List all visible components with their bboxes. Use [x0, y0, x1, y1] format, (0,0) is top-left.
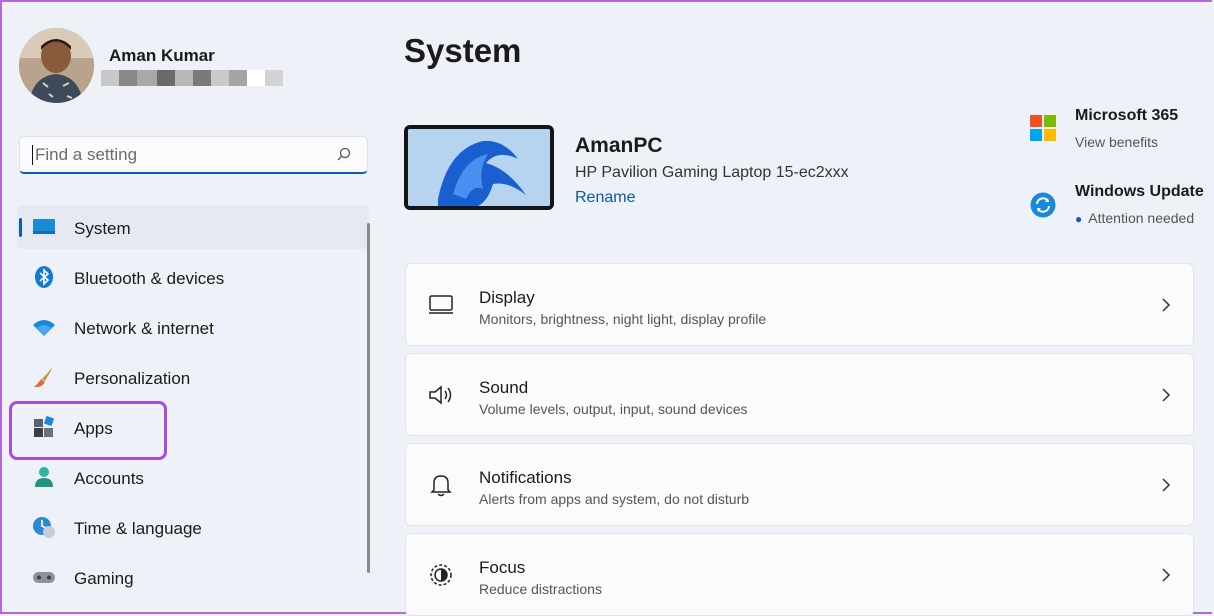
rename-link[interactable]: Rename — [575, 189, 635, 207]
windows-update-subtitle[interactable]: ● Attention needed — [1075, 210, 1194, 226]
sidebar-item-label: Accounts — [74, 469, 144, 488]
speaker-icon — [429, 385, 452, 405]
device-thumbnail — [404, 125, 554, 210]
search-box[interactable] — [19, 136, 368, 174]
sidebar-item-label: Gaming — [74, 569, 134, 588]
sidebar-item-label: Time & language — [74, 519, 202, 538]
card-focus[interactable]: Focus Reduce distractions — [405, 533, 1194, 616]
search-icon[interactable] — [337, 147, 351, 161]
sidebar-item-network[interactable]: Network & internet — [17, 305, 369, 349]
chevron-right-icon — [1162, 478, 1171, 492]
sidebar-scrollbar[interactable] — [367, 223, 370, 573]
status-dot: ● — [1075, 212, 1083, 226]
card-subtitle: Volume levels, output, input, sound devi… — [479, 401, 748, 417]
device-model: HP Pavilion Gaming Laptop 15-ec2xxx — [575, 164, 849, 181]
active-indicator — [19, 218, 22, 237]
windows-update-icon[interactable] — [1030, 192, 1056, 218]
card-title: Sound — [479, 378, 529, 397]
page-title: System — [404, 32, 522, 69]
avatar[interactable] — [19, 28, 94, 103]
sidebar-item-label: Bluetooth & devices — [74, 269, 225, 288]
card-title: Display — [479, 288, 535, 307]
card-title: Focus — [479, 558, 526, 577]
bell-icon — [430, 475, 452, 497]
sidebar-item-bluetooth[interactable]: Bluetooth & devices — [17, 255, 369, 299]
ms365-title[interactable]: Microsoft 365 — [1075, 107, 1178, 125]
user-name: Aman Kumar — [109, 46, 215, 65]
ms365-subtitle[interactable]: View benefits — [1075, 134, 1158, 150]
card-title: Notifications — [479, 468, 572, 487]
email-redacted — [101, 70, 283, 86]
microsoft-logo-icon[interactable] — [1030, 115, 1056, 141]
system-icon — [33, 219, 55, 234]
card-display[interactable]: Display Monitors, brightness, night ligh… — [405, 263, 1194, 346]
focus-icon — [430, 564, 452, 586]
wifi-icon — [33, 320, 55, 336]
card-subtitle: Reduce distractions — [479, 581, 602, 597]
sidebar-item-personalization[interactable]: Personalization — [17, 355, 369, 399]
brush-icon — [34, 367, 53, 388]
bluetooth-icon — [35, 266, 53, 288]
chevron-right-icon — [1162, 568, 1171, 582]
apps-highlight-box — [9, 401, 167, 460]
sidebar-item-system[interactable]: System — [17, 205, 369, 249]
card-subtitle: Alerts from apps and system, do not dist… — [479, 491, 750, 507]
windows-update-title[interactable]: Windows Update — [1075, 183, 1204, 201]
sidebar-item-time-language[interactable]: Time & language — [17, 505, 369, 549]
time-language-icon — [33, 517, 55, 538]
sidebar-item-label: Personalization — [74, 369, 191, 388]
sidebar-item-accounts[interactable]: Accounts — [17, 455, 369, 499]
sidebar-item-label: System — [74, 219, 131, 238]
card-sound[interactable]: Sound Volume levels, output, input, soun… — [405, 353, 1194, 436]
chevron-right-icon — [1162, 388, 1171, 402]
sidebar-item-gaming[interactable]: Gaming — [17, 555, 369, 599]
sidebar-item-label: Network & internet — [74, 319, 214, 338]
card-subtitle: Monitors, brightness, night light, displ… — [479, 311, 767, 327]
gaming-icon — [33, 572, 55, 583]
chevron-right-icon — [1162, 298, 1171, 312]
device-name: AmanPC — [575, 134, 663, 157]
windows-update-status: Attention needed — [1088, 210, 1195, 226]
search-input[interactable] — [32, 145, 325, 165]
card-notifications[interactable]: Notifications Alerts from apps and syste… — [405, 443, 1194, 526]
display-icon — [429, 295, 453, 314]
accounts-icon — [35, 467, 53, 487]
